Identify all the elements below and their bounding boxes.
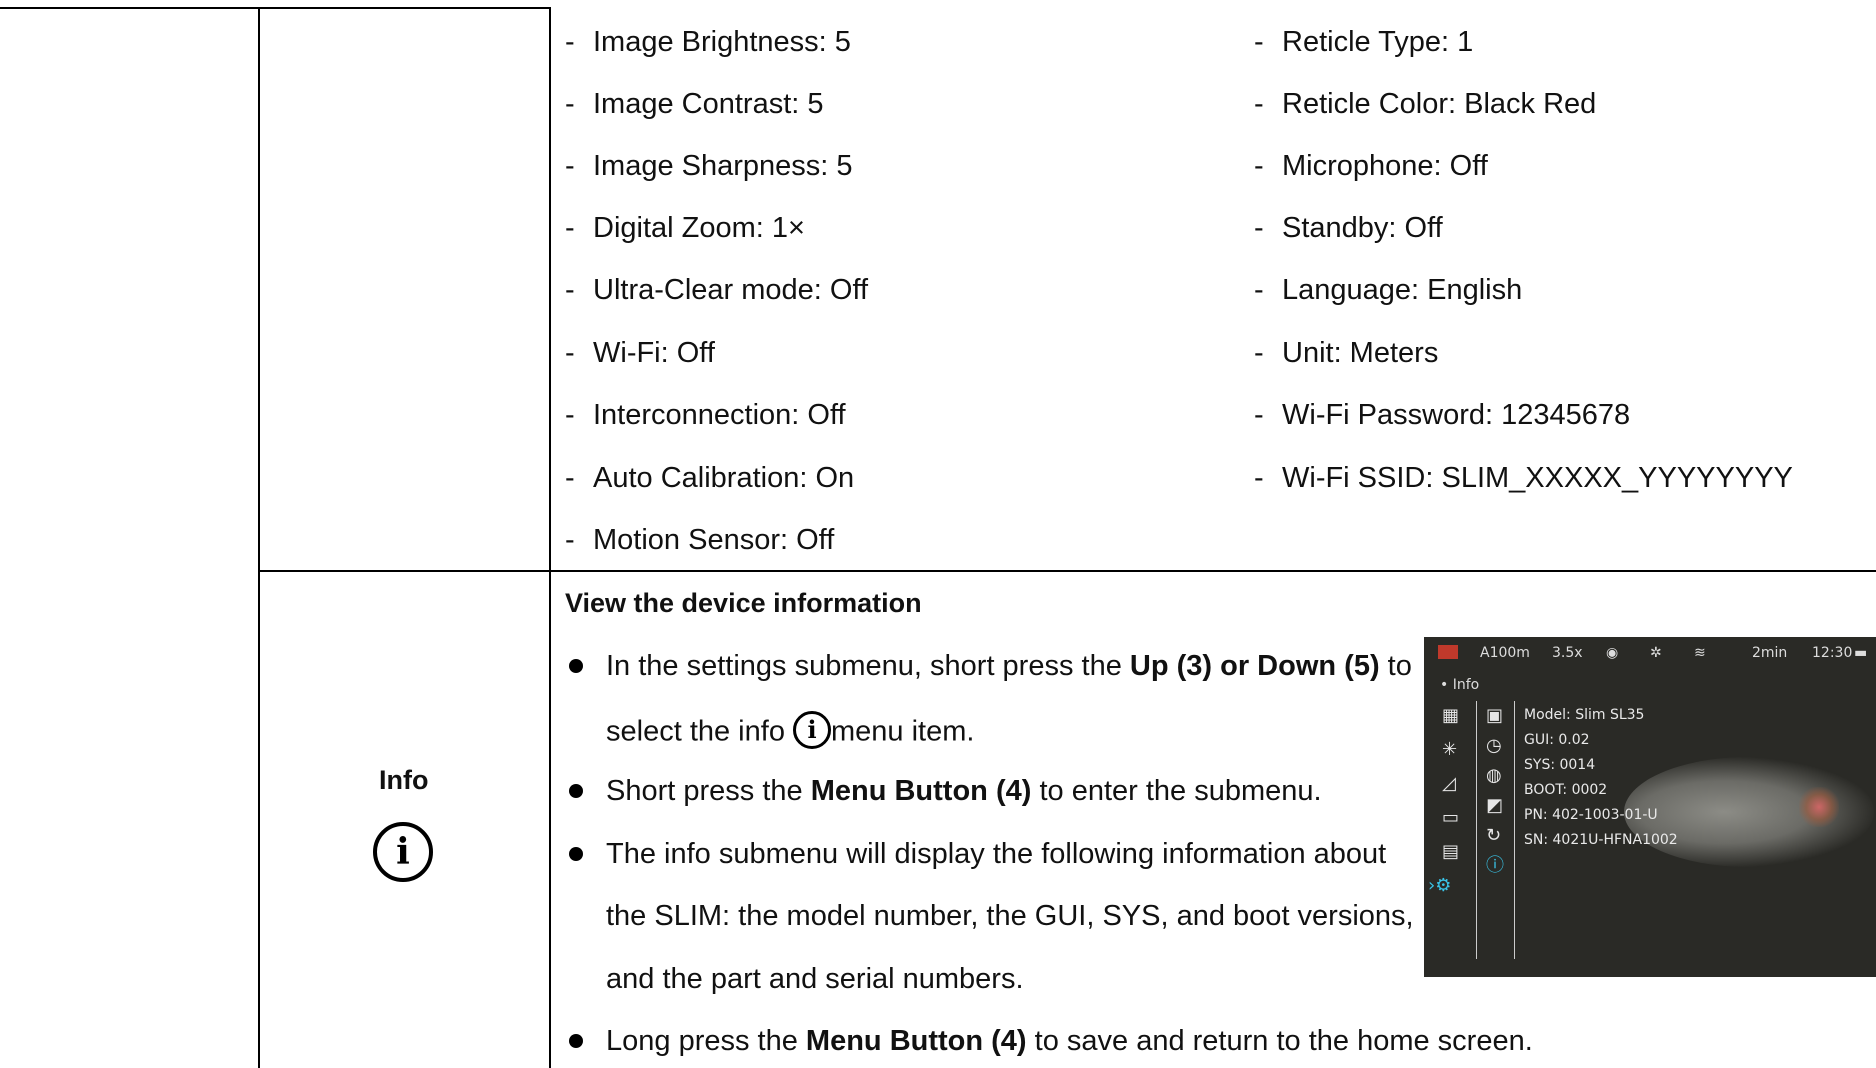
image-settings-icon: ▦ <box>1442 705 1460 726</box>
info-inline-icon: i <box>793 711 831 749</box>
calibration-icon: ◿ <box>1442 773 1456 794</box>
battery-icon: ▬ <box>1854 645 1868 661</box>
thermal-hotspot <box>1799 787 1839 827</box>
device-info-line: SYS: 0014 <box>1524 757 1596 773</box>
bullet-1-line-1: In the settings submenu, short press the… <box>606 650 1412 682</box>
reset-icon: ↻ <box>1486 825 1502 846</box>
device-info-line: BOOT: 0002 <box>1524 782 1608 798</box>
setting-item: - Image Contrast: 5 <box>565 88 824 120</box>
zoom-readout: 3.5x <box>1552 645 1583 661</box>
calendar-icon: ▣ <box>1486 705 1504 726</box>
device-info-line: SN: 4021U-HFNA1002 <box>1524 832 1678 848</box>
info-menu-icon: ⓘ <box>1486 855 1504 876</box>
device-info-screenshot: A100m 3.5x ◉ ✲ ≋ 2min 12:30 ▬ • Info ▦ ✳… <box>1424 637 1876 977</box>
wifi-icon: ≋ <box>1694 645 1706 661</box>
globe-icon: ◍ <box>1486 765 1502 786</box>
setting-item: - Wi-Fi: Off <box>565 337 715 369</box>
setting-item: - Image Brightness: 5 <box>565 26 851 58</box>
color-mode-icon <box>1438 645 1458 659</box>
setting-item: - Wi-Fi Password: 12345678 <box>1254 399 1631 431</box>
setting-item: - Wi-Fi SSID: SLIM_XXXXX_YYYYYYYY <box>1254 462 1793 494</box>
bullet-2: Short press the Menu Button (4) to enter… <box>606 775 1322 807</box>
info-row-label: Info <box>379 765 429 795</box>
bullet-3-line-3: and the part and serial numbers. <box>606 963 1024 995</box>
eye-icon: ◉ <box>1606 645 1619 661</box>
setting-item: - Motion Sensor: Off <box>565 524 835 556</box>
bullet <box>569 659 583 673</box>
bullet-3-line-1: The info submenu will display the follow… <box>606 838 1387 870</box>
setting-item: - Microphone: Off <box>1254 150 1488 182</box>
bullet <box>569 784 583 798</box>
grid-icon: ▤ <box>1442 841 1460 862</box>
menu-breadcrumb: • Info <box>1440 677 1480 693</box>
range-readout: A100m <box>1480 645 1530 661</box>
setting-item: - Auto Calibration: On <box>565 462 855 494</box>
column-divider-2 <box>549 7 551 1068</box>
menu-divider <box>1514 701 1515 959</box>
settings-gear-icon: ✲ <box>1650 645 1662 661</box>
menu-divider <box>1476 701 1477 959</box>
status-bar: A100m 3.5x ◉ ✲ ≋ 2min 12:30 ▬ <box>1424 637 1876 667</box>
bullet-1-line-2: select the info i menu item. <box>606 711 974 752</box>
clock: 12:30 <box>1812 645 1853 661</box>
info-circle-icon: i <box>373 822 433 882</box>
setting-item: - Language: English <box>1254 274 1523 306</box>
setting-item: - Reticle Color: Black Red <box>1254 88 1597 120</box>
bullet <box>569 1034 583 1048</box>
setting-item: - Digital Zoom: 1× <box>565 212 805 244</box>
setting-item: - Standby: Off <box>1254 212 1443 244</box>
device-info-line: Model: Slim SL35 <box>1524 707 1645 723</box>
setting-item: - Image Sharpness: 5 <box>565 150 853 182</box>
row-divider <box>258 570 1876 572</box>
setting-item: - Reticle Type: 1 <box>1254 26 1474 58</box>
device-info-line: GUI: 0.02 <box>1524 732 1590 748</box>
picture-icon: ▭ <box>1442 807 1460 828</box>
bullet-4: Long press the Menu Button (4) to save a… <box>606 1025 1533 1057</box>
setting-item: - Interconnection: Off <box>565 399 846 431</box>
battery-time: 2min <box>1752 645 1788 661</box>
column-divider-1 <box>258 7 260 1068</box>
unit-icon: ◩ <box>1486 795 1504 816</box>
bullet <box>569 847 583 861</box>
setting-item: - Ultra-Clear mode: Off <box>565 274 869 306</box>
bullet-3-line-2: the SLIM: the model number, the GUI, SYS… <box>606 900 1414 932</box>
brightness-icon: ✳ <box>1442 739 1458 760</box>
setting-item: - Unit: Meters <box>1254 337 1439 369</box>
device-info-line: PN: 402-1003-01-U <box>1524 807 1658 823</box>
table-top-border <box>0 7 551 9</box>
clock-icon: ◷ <box>1486 735 1502 756</box>
settings-active-icon: ›⚙ <box>1428 875 1452 896</box>
info-heading: View the device information <box>565 588 922 618</box>
